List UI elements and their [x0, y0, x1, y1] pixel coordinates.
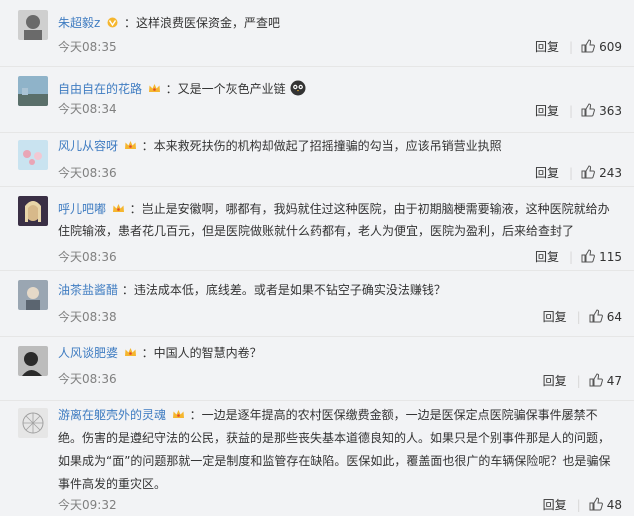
thumbs-up-icon [589, 373, 603, 387]
username-link[interactable]: 油茶盐酱醋 [58, 283, 118, 297]
reply-button[interactable]: 回复 [535, 166, 559, 180]
like-button[interactable]: 47 [589, 373, 622, 388]
comment-time: 今天09:32 [58, 498, 117, 512]
avatar[interactable] [18, 10, 48, 40]
crown-badge-icon [148, 84, 160, 92]
avatar[interactable] [18, 280, 48, 310]
like-button[interactable]: 115 [581, 249, 622, 264]
avatar[interactable] [18, 196, 48, 226]
like-button[interactable]: 48 [589, 497, 622, 512]
thumbs-up-icon [581, 165, 596, 179]
thumbs-up-icon [581, 249, 596, 263]
comment-actions: 回复 | 115 [535, 248, 622, 265]
comment-time: 今天08:36 [58, 166, 117, 180]
comment-item: 风儿从容呀 ：本来救死扶伤的机构却做起了招摇撞骗的勾当，应该吊销营业执照 今天0… [0, 132, 634, 187]
reply-button[interactable]: 回复 [535, 104, 559, 118]
divider: | [576, 310, 581, 324]
comment-actions: 回复 | 48 [543, 496, 622, 513]
comment-body: 油茶盐酱醋 ：违法成本低，底线差。或者是如果不钻空子确实没法赚钱？ [58, 279, 614, 301]
comment-actions: 回复 | 243 [535, 164, 622, 181]
avatar[interactable] [18, 76, 48, 106]
like-count: 64 [606, 310, 622, 324]
comment-actions: 回复 | 609 [535, 38, 622, 55]
reply-button[interactable]: 回复 [543, 310, 567, 324]
owl-emoji-icon [290, 80, 306, 96]
comment-item: 人风谈肥婆 ：中国人的智慧内卷？ 今天08:36 回复 | 47 [0, 336, 634, 401]
comment-time: 今天08:36 [58, 250, 117, 264]
comment-body: 朱超毅z ：这样浪费医保资金，严查吧 [58, 12, 614, 34]
crown-badge-icon [172, 410, 184, 418]
username-link[interactable]: 游离在躯壳外的灵魂 [58, 408, 166, 422]
divider: | [569, 104, 574, 118]
divider: | [569, 166, 574, 180]
like-count: 363 [599, 104, 622, 118]
comment-text: ：这样浪费医保资金，严查吧 [123, 16, 280, 30]
comment-text: ：又是一个灰色产业链 [165, 82, 286, 96]
comment-item: 朱超毅z ：这样浪费医保资金，严查吧 今天08:35 回复 | 609 [0, 0, 634, 67]
comment-item: 呼儿吧嘟 ：岂止是安徽啊，哪都有，我妈就住过这种医院，由于初期脑梗需要输液，这种… [0, 186, 634, 271]
comment-actions: 回复 | 47 [543, 372, 622, 389]
like-button[interactable]: 64 [589, 309, 622, 324]
username-link[interactable]: 自由自在的花路 [58, 82, 142, 96]
avatar[interactable] [18, 346, 48, 376]
comment-body: 风儿从容呀 ：本来救死扶伤的机构却做起了招摇撞骗的勾当，应该吊销营业执照 [58, 135, 614, 157]
like-count: 115 [599, 250, 622, 264]
divider: | [576, 374, 581, 388]
comment-actions: 回复 | 64 [543, 308, 622, 325]
thumbs-up-icon [589, 497, 603, 511]
comment-time: 今天08:38 [58, 310, 117, 324]
comment-time: 今天08:35 [58, 40, 117, 54]
username-link[interactable]: 呼儿吧嘟 [58, 202, 106, 216]
comment-actions: 回复 | 363 [535, 102, 622, 119]
like-button[interactable]: 609 [581, 39, 622, 54]
like-count: 47 [606, 374, 622, 388]
reply-button[interactable]: 回复 [535, 250, 559, 264]
reply-button[interactable]: 回复 [543, 498, 567, 512]
like-count: 48 [606, 498, 622, 512]
reply-button[interactable]: 回复 [543, 374, 567, 388]
comment-text: ：岂止是安徽啊，哪都有，我妈就住过这种医院，由于初期脑梗需要输液，这种医院就给办… [58, 202, 610, 238]
comment-time: 今天08:36 [58, 372, 117, 386]
comment-text: ：违法成本低，底线差。或者是如果不钻空子确实没法赚钱？ [121, 283, 446, 297]
comment-text: ：本来救死扶伤的机构却做起了招摇撞骗的勾当，应该吊销营业执照 [141, 139, 502, 153]
crown-badge-icon [124, 348, 136, 356]
divider: | [576, 498, 581, 512]
username-link[interactable]: 风儿从容呀 [58, 139, 118, 153]
comment-item: 自由自在的花路 ：又是一个灰色产业链 今天08:34 回复 | 363 [0, 66, 634, 133]
crown-badge-icon [112, 204, 124, 212]
comment-list: 朱超毅z ：这样浪费医保资金，严查吧 今天08:35 回复 | 609 自由自在的花… [0, 0, 634, 516]
divider: | [569, 40, 574, 54]
comment-body: 游离在躯壳外的灵魂 ：一边是逐年提高的农村医保缴费金额，一边是医保定点医院骗保事… [58, 404, 614, 496]
comment-body: 自由自在的花路 ：又是一个灰色产业链 [58, 78, 614, 100]
verified-badge-icon [107, 17, 118, 28]
comment-time: 今天08:34 [58, 102, 117, 116]
avatar[interactable] [18, 408, 48, 438]
thumbs-up-icon [589, 309, 603, 323]
like-count: 609 [599, 40, 622, 54]
comment-item: 游离在躯壳外的灵魂 ：一边是逐年提高的农村医保缴费金额，一边是医保定点医院骗保事… [0, 400, 634, 516]
comment-body: 呼儿吧嘟 ：岂止是安徽啊，哪都有，我妈就住过这种医院，由于初期脑梗需要输液，这种… [58, 198, 614, 242]
username-link[interactable]: 朱超毅z [58, 16, 100, 30]
comment-item: 油茶盐酱醋 ：违法成本低，底线差。或者是如果不钻空子确实没法赚钱？ 今天08:3… [0, 270, 634, 337]
like-count: 243 [599, 166, 622, 180]
username-link[interactable]: 人风谈肥婆 [58, 346, 118, 360]
like-button[interactable]: 363 [581, 103, 622, 118]
like-button[interactable]: 243 [581, 165, 622, 180]
crown-badge-icon [124, 141, 136, 149]
comment-body: 人风谈肥婆 ：中国人的智慧内卷？ [58, 342, 614, 364]
thumbs-up-icon [581, 39, 596, 53]
divider: | [569, 250, 574, 264]
thumbs-up-icon [581, 103, 596, 117]
reply-button[interactable]: 回复 [535, 40, 559, 54]
avatar[interactable] [18, 140, 48, 170]
comment-text: ：中国人的智慧内卷？ [141, 346, 262, 360]
